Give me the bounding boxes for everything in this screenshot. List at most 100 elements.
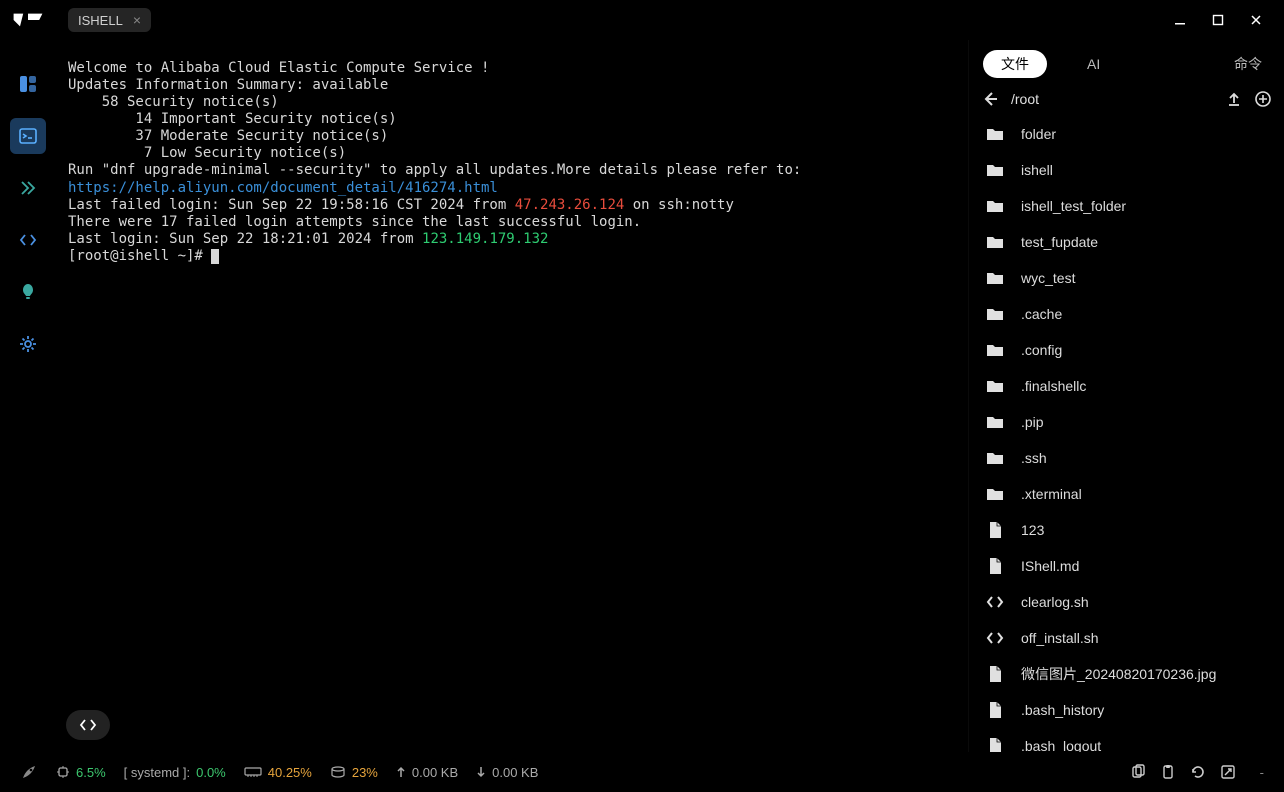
terminal-cursor [211,249,219,264]
app-logo-icon [12,11,44,29]
script-icon [985,592,1005,612]
file-row[interactable]: .config [981,332,1272,368]
file-name: 微信图片_20240820170236.jpg [1021,664,1216,684]
status-dash: - [1260,765,1264,780]
down-icon [476,766,486,778]
sidebar-panels-icon[interactable] [10,66,46,102]
file-row[interactable]: IShell.md [981,548,1272,584]
file-name: .config [1021,342,1062,358]
file-row[interactable]: .xterminal [981,476,1272,512]
rocket-icon[interactable] [20,763,38,781]
sidebar-left [0,40,56,752]
title-bar: ISHELL × [0,0,1284,40]
file-name: off_install.sh [1021,630,1099,646]
cpu-stat: 6.5% [56,765,106,780]
net-down-stat: 0.00 KB [476,765,538,780]
ip-last-login: 123.149.179.132 [422,231,548,247]
file-row[interactable]: wyc_test [981,260,1272,296]
close-icon[interactable]: × [133,12,141,28]
right-tabs: 文件 AI 命令 [969,40,1284,84]
file-row[interactable]: 微信图片_20240820170236.jpg [981,656,1272,692]
upload-icon[interactable] [1226,91,1242,107]
tab-ai[interactable]: AI [1079,52,1108,76]
paste-icon[interactable] [1160,764,1176,780]
add-icon[interactable] [1254,90,1272,108]
file-icon [985,736,1005,752]
file-row[interactable]: .ssh [981,440,1272,476]
systemd-value: 0.0% [196,765,226,780]
up-icon [396,766,406,778]
file-row[interactable]: .bash_logout [981,728,1272,752]
tab-files[interactable]: 文件 [983,50,1047,78]
file-row[interactable]: 123 [981,512,1272,548]
cpu-icon [56,765,70,779]
systemd-stat: [ systemd ]: 0.0% [124,765,226,780]
sidebar-settings-icon[interactable] [10,326,46,362]
file-row[interactable]: ishell_test_folder [981,188,1272,224]
disk-value: 23% [352,765,378,780]
tab-ishell[interactable]: ISHELL × [68,8,151,32]
file-icon [985,520,1005,540]
file-row[interactable]: .cache [981,296,1272,332]
copy-icon[interactable] [1130,764,1146,780]
sidebar-help-icon[interactable] [10,274,46,310]
folder-icon [985,484,1005,504]
file-name: 123 [1021,522,1044,538]
file-row[interactable]: folder [981,116,1272,152]
ip-failed: 47.243.26.124 [515,197,625,213]
terminal-line: 37 Moderate Security notice(s) [68,128,956,145]
terminal-line: Last login: Sun Sep 22 18:21:01 2024 fro… [68,231,956,248]
file-name: folder [1021,126,1056,142]
script-icon [985,628,1005,648]
file-row[interactable]: clearlog.sh [981,584,1272,620]
folder-icon [985,268,1005,288]
minimize-icon[interactable] [1174,14,1190,26]
file-row[interactable]: .finalshellc [981,368,1272,404]
file-name: test_fupdate [1021,234,1098,250]
file-list: folder ishell ishell_test_folder test_fupda… [969,116,1284,752]
net-up-stat: 0.00 KB [396,765,458,780]
file-row[interactable]: test_fupdate [981,224,1272,260]
current-path[interactable]: /root [1011,91,1214,107]
file-icon [985,664,1005,684]
terminal-output[interactable]: Welcome to Alibaba Cloud Elastic Compute… [56,40,968,752]
file-row[interactable]: ishell [981,152,1272,188]
file-row[interactable]: off_install.sh [981,620,1272,656]
file-row[interactable]: .pip [981,404,1272,440]
path-row: /root [969,84,1284,116]
disk-stat: 23% [330,765,378,780]
close-window-icon[interactable] [1250,14,1266,26]
code-toggle-button[interactable] [66,710,110,740]
fullscreen-icon[interactable] [1220,764,1236,780]
refresh-icon[interactable] [1190,764,1206,780]
file-name: ishell_test_folder [1021,198,1126,214]
right-panel: 文件 AI 命令 /root folder ishell ishell_test_f… [968,40,1284,752]
sidebar-terminal-icon[interactable] [10,118,46,154]
tab-cmd[interactable]: 命令 [1226,50,1270,78]
terminal-prompt-line: [root@ishell ~]# [68,248,956,265]
terminal-line: Welcome to Alibaba Cloud Elastic Compute… [68,60,956,77]
folder-icon [985,160,1005,180]
status-bar: 6.5% [ systemd ]: 0.0% 40.25% 23% 0.00 K… [0,752,1284,792]
systemd-label: [ systemd ]: [124,765,190,780]
tab-label: ISHELL [78,13,123,28]
file-icon [985,556,1005,576]
folder-icon [985,232,1005,252]
folder-icon [985,412,1005,432]
back-icon[interactable] [981,90,999,108]
folder-icon [985,376,1005,396]
maximize-icon[interactable] [1212,14,1228,26]
file-row[interactable]: .bash_history [981,692,1272,728]
file-name: .pip [1021,414,1044,430]
memory-value: 40.25% [268,765,312,780]
sidebar-connections-icon[interactable] [10,170,46,206]
file-name: ishell [1021,162,1053,178]
terminal-link[interactable]: https://help.aliyun.com/document_detail/… [68,180,498,196]
file-name: IShell.md [1021,558,1079,574]
file-name: .ssh [1021,450,1047,466]
folder-icon [985,124,1005,144]
sidebar-code-icon[interactable] [10,222,46,258]
net-down-value: 0.00 KB [492,765,538,780]
terminal-line: 14 Important Security notice(s) [68,111,956,128]
folder-icon [985,448,1005,468]
